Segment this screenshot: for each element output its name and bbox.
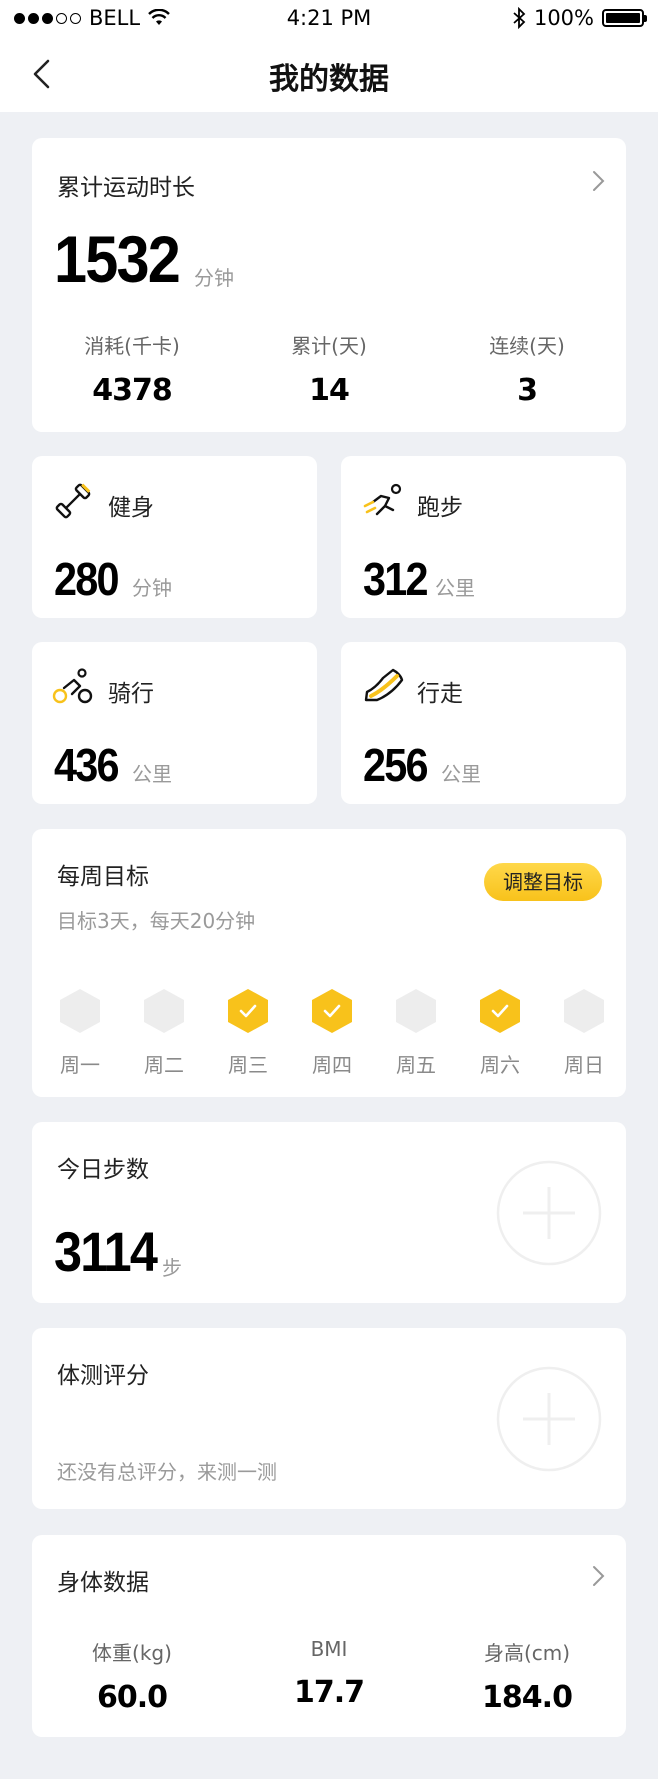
height-label: 身高(cm) xyxy=(483,1641,571,1665)
sport-card-walking[interactable]: 行走 256 公里 xyxy=(341,642,626,804)
today-steps-value: 3114 xyxy=(54,1220,158,1283)
check-hexagon-icon xyxy=(228,989,268,1033)
body-data-title: 身体数据 xyxy=(57,1570,149,1596)
fitness-score-title: 体测评分 xyxy=(57,1363,149,1389)
sport-card-running[interactable]: 跑步 312 公里 xyxy=(341,456,626,618)
total-days-value: 14 xyxy=(309,373,350,408)
weekday-item: 周三 xyxy=(218,987,278,1078)
sport-unit: 公里 xyxy=(435,576,475,600)
sport-name: 行走 xyxy=(417,681,463,707)
calories-value: 4378 xyxy=(92,373,173,408)
height-stat: 身高(cm) 184.0 xyxy=(437,1637,617,1715)
dumbbell-icon xyxy=(55,483,91,519)
total-days-stat: 累计(天) 14 xyxy=(239,330,419,408)
sport-unit: 分钟 xyxy=(132,576,172,600)
weekly-goal-subtitle: 目标3天，每天20分钟 xyxy=(57,909,256,933)
battery-percent: 100% xyxy=(533,6,594,30)
fitness-score-hint: 还没有总评分，来测一测 xyxy=(57,1460,277,1484)
bmi-stat: BMI 17.7 xyxy=(239,1637,419,1710)
chevron-right-icon[interactable] xyxy=(588,1563,610,1589)
height-value: 184.0 xyxy=(482,1680,573,1715)
sport-name: 健身 xyxy=(108,495,154,521)
fitness-score-card[interactable]: 体测评分 还没有总评分，来测一测 xyxy=(32,1328,626,1509)
nav-bar: 我的数据 xyxy=(0,36,658,112)
weekday-row: 周一 周二 周三 周四 周五 周六 周日 xyxy=(50,987,650,1077)
bluetooth-icon xyxy=(513,7,526,29)
adjust-goal-button[interactable]: 调整目标 xyxy=(484,863,602,901)
weekday-item: 周一 xyxy=(50,987,110,1078)
sport-name: 跑步 xyxy=(417,495,463,521)
weekday-label: 周二 xyxy=(144,1053,184,1077)
hexagon-icon xyxy=(60,989,100,1033)
weekday-item: 周二 xyxy=(134,987,194,1078)
chevron-right-icon[interactable] xyxy=(588,168,610,194)
weight-stat: 体重(kg) 60.0 xyxy=(42,1637,222,1715)
hexagon-icon xyxy=(564,989,604,1033)
sport-card-cycling[interactable]: 骑行 436 公里 xyxy=(32,642,317,804)
weight-label: 体重(kg) xyxy=(92,1641,172,1665)
add-circle-icon[interactable] xyxy=(496,1366,602,1472)
check-hexagon-icon xyxy=(480,989,520,1033)
battery-icon xyxy=(602,9,647,27)
status-bar: BELL 4:21 PM 100% xyxy=(0,0,658,36)
today-steps-title: 今日步数 xyxy=(57,1157,149,1183)
bmi-value: 17.7 xyxy=(293,1675,365,1710)
shoe-icon xyxy=(364,668,404,702)
calories-stat: 消耗(千卡) 4378 xyxy=(42,330,222,408)
weekly-goal-card: 每周目标 目标3天，每天20分钟 调整目标 周一 周二 周三 周四 周五 周六 xyxy=(32,829,626,1097)
calories-label: 消耗(千卡) xyxy=(84,334,180,358)
add-circle-icon[interactable] xyxy=(496,1160,602,1266)
page-title: 我的数据 xyxy=(269,62,389,97)
sport-value: 280 xyxy=(54,553,119,605)
weekday-label: 周五 xyxy=(396,1053,436,1077)
sport-name: 骑行 xyxy=(108,681,154,707)
weekday-item: 周四 xyxy=(302,987,362,1078)
sport-value: 436 xyxy=(54,739,119,791)
sport-value: 312 xyxy=(363,553,428,605)
streak-days-value: 3 xyxy=(517,373,538,408)
running-icon xyxy=(363,483,402,516)
weekday-item: 周日 xyxy=(554,987,614,1078)
weekday-label: 周四 xyxy=(312,1053,352,1077)
body-data-card[interactable]: 身体数据 体重(kg) 60.0 BMI 17.7 身高(cm) 184.0 xyxy=(32,1535,626,1737)
hexagon-icon xyxy=(396,989,436,1033)
weight-value: 60.0 xyxy=(96,1680,168,1715)
streak-days-stat: 连续(天) 3 xyxy=(437,330,617,408)
weekday-item: 周六 xyxy=(470,987,530,1078)
weekday-item: 周五 xyxy=(386,987,446,1078)
total-duration-title: 累计运动时长 xyxy=(57,175,195,201)
battery-info: 100% xyxy=(512,6,647,30)
total-duration-value: 1532 xyxy=(54,222,181,296)
total-duration-card[interactable]: 累计运动时长 1532 分钟 消耗(千卡) 4378 累计(天) 14 连续(天… xyxy=(32,138,626,432)
sport-unit: 公里 xyxy=(441,762,481,786)
sport-card-fitness[interactable]: 健身 280 分钟 xyxy=(32,456,317,618)
sport-unit: 公里 xyxy=(132,762,172,786)
today-steps-card[interactable]: 今日步数 3114 步 xyxy=(32,1122,626,1303)
hexagon-icon xyxy=(144,989,184,1033)
today-steps-unit: 步 xyxy=(162,1256,182,1280)
total-duration-unit: 分钟 xyxy=(194,266,234,290)
weekday-label: 周一 xyxy=(60,1053,100,1077)
check-hexagon-icon xyxy=(312,989,352,1033)
sport-value: 256 xyxy=(363,739,428,791)
weekly-goal-title: 每周目标 xyxy=(57,864,149,890)
streak-days-label: 连续(天) xyxy=(489,334,565,358)
bmi-label: BMI xyxy=(310,1637,348,1661)
cycling-icon xyxy=(52,668,93,704)
weekday-label: 周三 xyxy=(228,1053,268,1077)
total-days-label: 累计(天) xyxy=(291,334,367,358)
weekday-label: 周日 xyxy=(564,1053,604,1077)
weekday-label: 周六 xyxy=(480,1053,520,1077)
